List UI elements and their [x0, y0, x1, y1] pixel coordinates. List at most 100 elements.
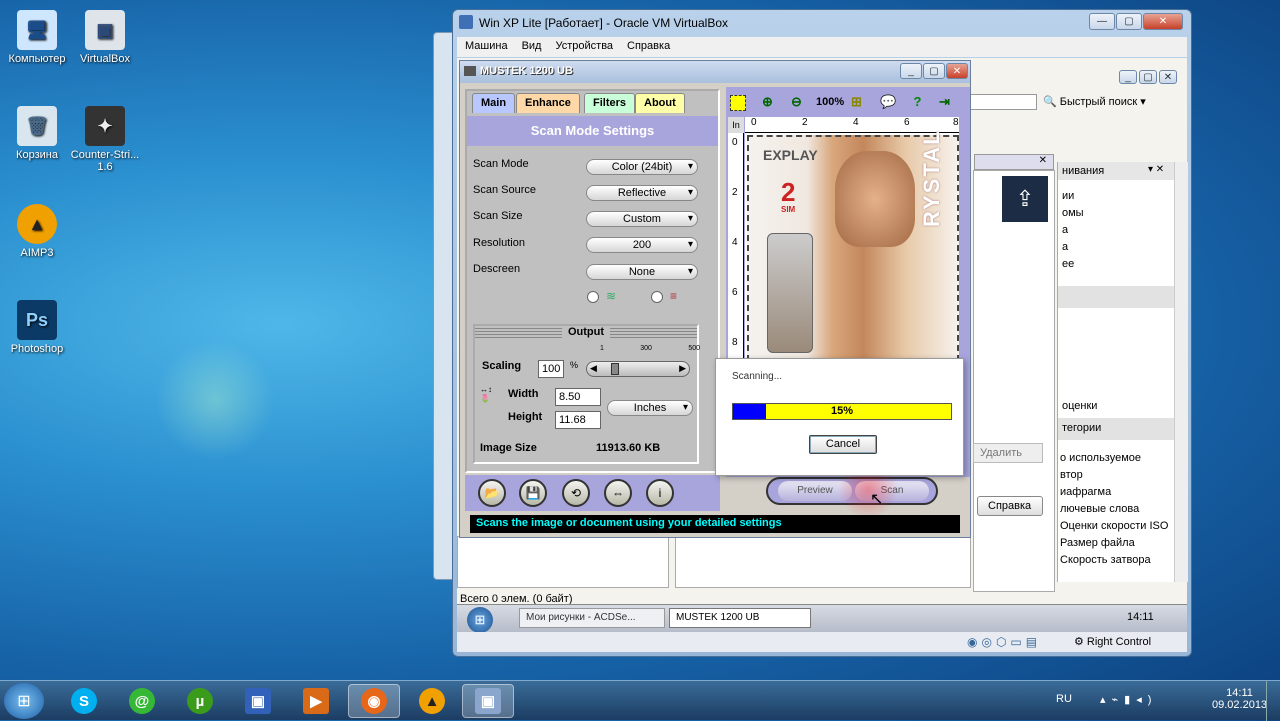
minimize-icon[interactable]: _ — [900, 63, 922, 79]
taskbar-firefox[interactable]: ◉ — [348, 684, 400, 718]
list-item[interactable]: иафрагма — [1060, 484, 1168, 501]
width-input[interactable]: 8.50 — [555, 388, 601, 406]
scaling-input[interactable]: 100 — [538, 360, 564, 378]
show-desktop-button[interactable] — [1266, 681, 1280, 721]
list-item[interactable]: о используемое — [1060, 450, 1168, 467]
menu-machine[interactable]: Машина — [465, 40, 508, 54]
zoom-in-icon[interactable]: ⊕ — [759, 93, 776, 110]
taskbar-media[interactable]: ▶ — [290, 684, 342, 718]
desktop-icon-photoshop[interactable]: Ps Photoshop — [0, 300, 74, 355]
open-icon[interactable]: 📂 — [478, 479, 506, 507]
desktop-icon-label: VirtualBox — [80, 53, 130, 65]
desktop-icon-virtualbox[interactable]: ▣ VirtualBox — [68, 10, 142, 65]
list-item[interactable]: Размер файла — [1060, 535, 1168, 552]
guest-task-acdsee[interactable]: Мои рисунки - ACDSe... — [519, 608, 665, 628]
section-title: Scan Mode Settings — [467, 116, 718, 146]
slider-right-arrow[interactable]: ▶ — [679, 363, 686, 374]
help-icon[interactable]: ? — [909, 93, 926, 110]
device-status-icons[interactable]: ◉◎⬡▭▤ — [967, 635, 1041, 649]
scaling-unit: % — [570, 360, 579, 370]
maximize-icon[interactable]: ▢ — [923, 63, 945, 79]
comment-icon[interactable]: 💬 — [880, 93, 897, 110]
taskbar-skype[interactable]: S — [58, 684, 110, 718]
menu-view[interactable]: Вид — [522, 40, 542, 54]
mustek-title: MUSTEK 1200 UB — [480, 65, 573, 77]
maximize-icon[interactable]: ▢ — [1139, 70, 1157, 84]
save-icon[interactable]: 💾 — [519, 479, 547, 507]
taskbar-virtualbox[interactable]: ▣ — [462, 684, 514, 718]
tray-icons[interactable]: ▴⌁▮◂) — [1100, 693, 1157, 706]
fit-icon[interactable]: ⊞ — [848, 93, 865, 110]
descreen-radio-2[interactable] — [651, 291, 663, 303]
desktop-icon-computer[interactable]: 🖥 Компьютер — [0, 10, 74, 65]
list-item[interactable]: лючевые слова — [1060, 501, 1168, 518]
cancel-button[interactable]: Cancel — [809, 435, 877, 454]
descreen-radio-1[interactable] — [587, 291, 599, 303]
scan-source-dropdown[interactable]: Reflective — [586, 185, 698, 201]
acdsee-path-dropdown[interactable] — [969, 94, 1037, 110]
menu-devices[interactable]: Устройства — [555, 40, 613, 54]
list-item[interactable]: Оценки скорости ISO — [1060, 518, 1168, 535]
tab-about[interactable]: About — [635, 93, 685, 113]
language-indicator[interactable]: RU — [1056, 693, 1072, 705]
scanned-image: EXPLAY 2 SIM RYSTAL — [747, 129, 959, 361]
desktop-icon-counter-strike[interactable]: ✦ Counter-Stri... 1.6 — [68, 106, 142, 173]
rotate-icon[interactable]: ⟲ — [562, 479, 590, 507]
minimize-icon[interactable]: — — [1089, 13, 1115, 30]
tab-main[interactable]: Main — [472, 93, 516, 113]
mustek-titlebar: MUSTEK 1200 UB — [460, 61, 970, 83]
output-title: Output — [561, 326, 611, 338]
help-button[interactable]: Справка — [977, 496, 1043, 516]
quick-search[interactable]: 🔍 Быстрый поиск ▾ — [1043, 95, 1146, 108]
zoom-level[interactable]: 100% — [816, 96, 844, 108]
start-button[interactable]: ⊞ — [4, 683, 44, 719]
minimize-icon[interactable]: _ — [1119, 70, 1137, 84]
tab-enhance[interactable]: Enhance — [516, 93, 580, 113]
scaling-slider[interactable]: ◀ ▶ — [586, 361, 690, 377]
units-dropdown[interactable]: Inches — [607, 400, 693, 416]
panel-pin-icon[interactable]: ▾ ✕ — [1148, 164, 1164, 175]
scan-size-dropdown[interactable]: Custom — [586, 211, 698, 227]
guest-start-button[interactable]: ⊞ — [467, 607, 493, 633]
tab-filters[interactable]: Filters — [584, 93, 636, 113]
aspect-lock-icon[interactable]: ↔↕ 🌷 — [480, 385, 506, 423]
slider-thumb[interactable] — [611, 363, 619, 375]
delete-button[interactable]: Удалить — [973, 443, 1043, 463]
height-input[interactable]: 11.68 — [555, 411, 601, 429]
close-icon[interactable]: ✕ — [1143, 13, 1183, 30]
list-item[interactable]: Скорость затвора — [1060, 552, 1168, 569]
exit-icon[interactable]: ⇥ — [936, 93, 953, 110]
image-share-icon: ⇪ — [1002, 176, 1048, 222]
panel-scrollbar[interactable] — [1174, 162, 1188, 582]
taskbar-floppy[interactable]: ▣ — [232, 684, 284, 718]
tick-label: 1 — [600, 345, 604, 352]
scan-mode-dropdown[interactable]: Color (24bit) — [586, 159, 698, 175]
menu-help[interactable]: Справка — [627, 40, 670, 54]
properties-panel: нивания ▾ ✕ ии омы а а ее оценки тегории… — [1057, 162, 1188, 582]
maximize-icon[interactable]: ▢ — [1116, 13, 1142, 30]
flip-icon[interactable]: ⇔ — [604, 479, 632, 507]
taskbar-aimp[interactable]: ▲ — [406, 684, 458, 718]
select-area-icon[interactable] — [730, 95, 746, 111]
guest-task-mustek[interactable]: MUSTEK 1200 UB — [669, 608, 811, 628]
desktop-icon-label: Counter-Stri... 1.6 — [70, 149, 140, 173]
zoom-out-icon[interactable]: ⊖ — [788, 93, 805, 110]
slider-left-arrow[interactable]: ◀ — [590, 363, 597, 374]
virtualbox-title: Win XP Lite [Работает] - Oracle VM Virtu… — [479, 16, 728, 30]
guest-clock: 14:11 — [1127, 611, 1154, 623]
ruler-tick: 6 — [904, 117, 910, 128]
resolution-dropdown[interactable]: 200 — [586, 237, 698, 253]
list-item[interactable]: втор — [1060, 467, 1168, 484]
taskbar-utorrent[interactable]: µ — [174, 684, 226, 718]
taskbar-mail-agent[interactable]: @ — [116, 684, 168, 718]
inner-close-icon[interactable]: ✕ — [974, 154, 1054, 170]
descreen-dropdown[interactable]: None — [586, 264, 698, 280]
close-icon[interactable]: ✕ — [1159, 70, 1177, 84]
skype-icon: S — [71, 688, 97, 714]
desktop-icon-recycle-bin[interactable]: 🗑 Корзина — [0, 106, 74, 161]
close-icon[interactable]: ✕ — [946, 63, 968, 79]
firefox-icon: ◉ — [361, 688, 387, 714]
info-icon[interactable]: i — [646, 479, 674, 507]
clock[interactable]: 14:11 09.02.2013 — [1212, 687, 1267, 711]
desktop-icon-aimp[interactable]: ▲ AIMP3 — [0, 204, 74, 259]
